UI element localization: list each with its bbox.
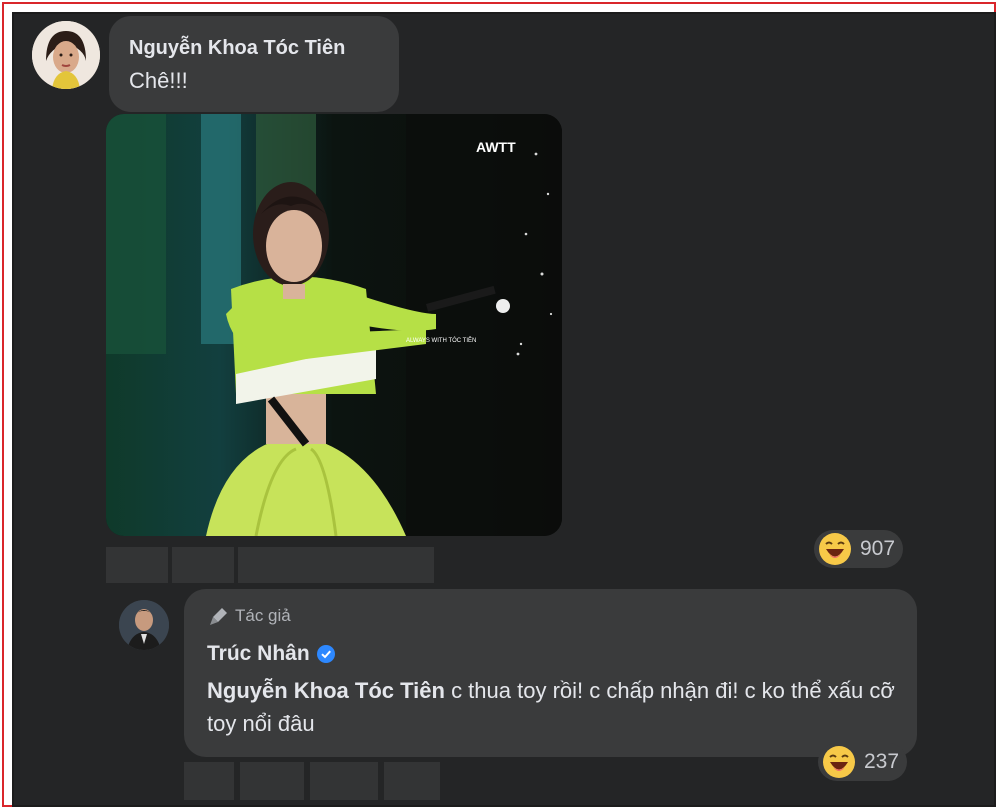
comment-reaction-summary[interactable]: 907 [814,530,904,568]
author-tag-label: Tác giả [235,606,291,625]
action-placeholder [172,547,234,583]
action-placeholder [384,762,440,800]
laughing-emoji-icon [819,533,851,565]
microphone-icon [210,608,227,625]
performer-image: AWTT ALWAYS WITH TÓC TIÊN [106,114,562,536]
avatar-photo [32,21,100,89]
comment-photo[interactable]: AWTT ALWAYS WITH TÓC TIÊN [106,114,562,536]
comment-thread-panel: Nguyễn Khoa Tóc Tiên Chê!!! AWTT ALWAYS … [12,12,996,807]
avatar[interactable] [119,600,169,650]
reply-mention[interactable]: Nguyễn Khoa Tóc Tiên [207,678,445,703]
avatar[interactable] [32,21,100,89]
comment-author-name[interactable]: Nguyễn Khoa Tóc Tiên [129,37,345,60]
comment-text: Chê!!! [129,68,188,93]
author-tag: Tác giả [209,606,291,626]
action-placeholder [106,547,168,583]
avatar-photo [119,600,169,650]
reply-text: Nguyễn Khoa Tóc Tiên c thua toy rồi! c c… [207,674,907,740]
action-placeholder [184,762,234,800]
photo-watermark-top: AWTT [476,139,516,155]
comment-bubble: Nguyễn Khoa Tóc Tiên Chê!!! [109,16,399,112]
action-placeholder [240,762,304,800]
photo-watermark-mid: ALWAYS WITH TÓC TIÊN [406,336,476,344]
action-placeholder [238,547,434,583]
reaction-count: 237 [864,750,900,773]
laughing-emoji-icon [823,746,855,778]
action-placeholder [310,762,378,800]
outer-red-border: Nguyễn Khoa Tóc Tiên Chê!!! AWTT ALWAYS … [2,2,996,807]
reply-reaction-summary[interactable]: 237 [818,743,908,781]
verified-badge-icon [316,645,335,663]
reaction-count: 907 [860,537,896,560]
reply-author-name[interactable]: Trúc Nhân [207,642,310,666]
reply-author[interactable]: Trúc Nhân [207,642,335,666]
